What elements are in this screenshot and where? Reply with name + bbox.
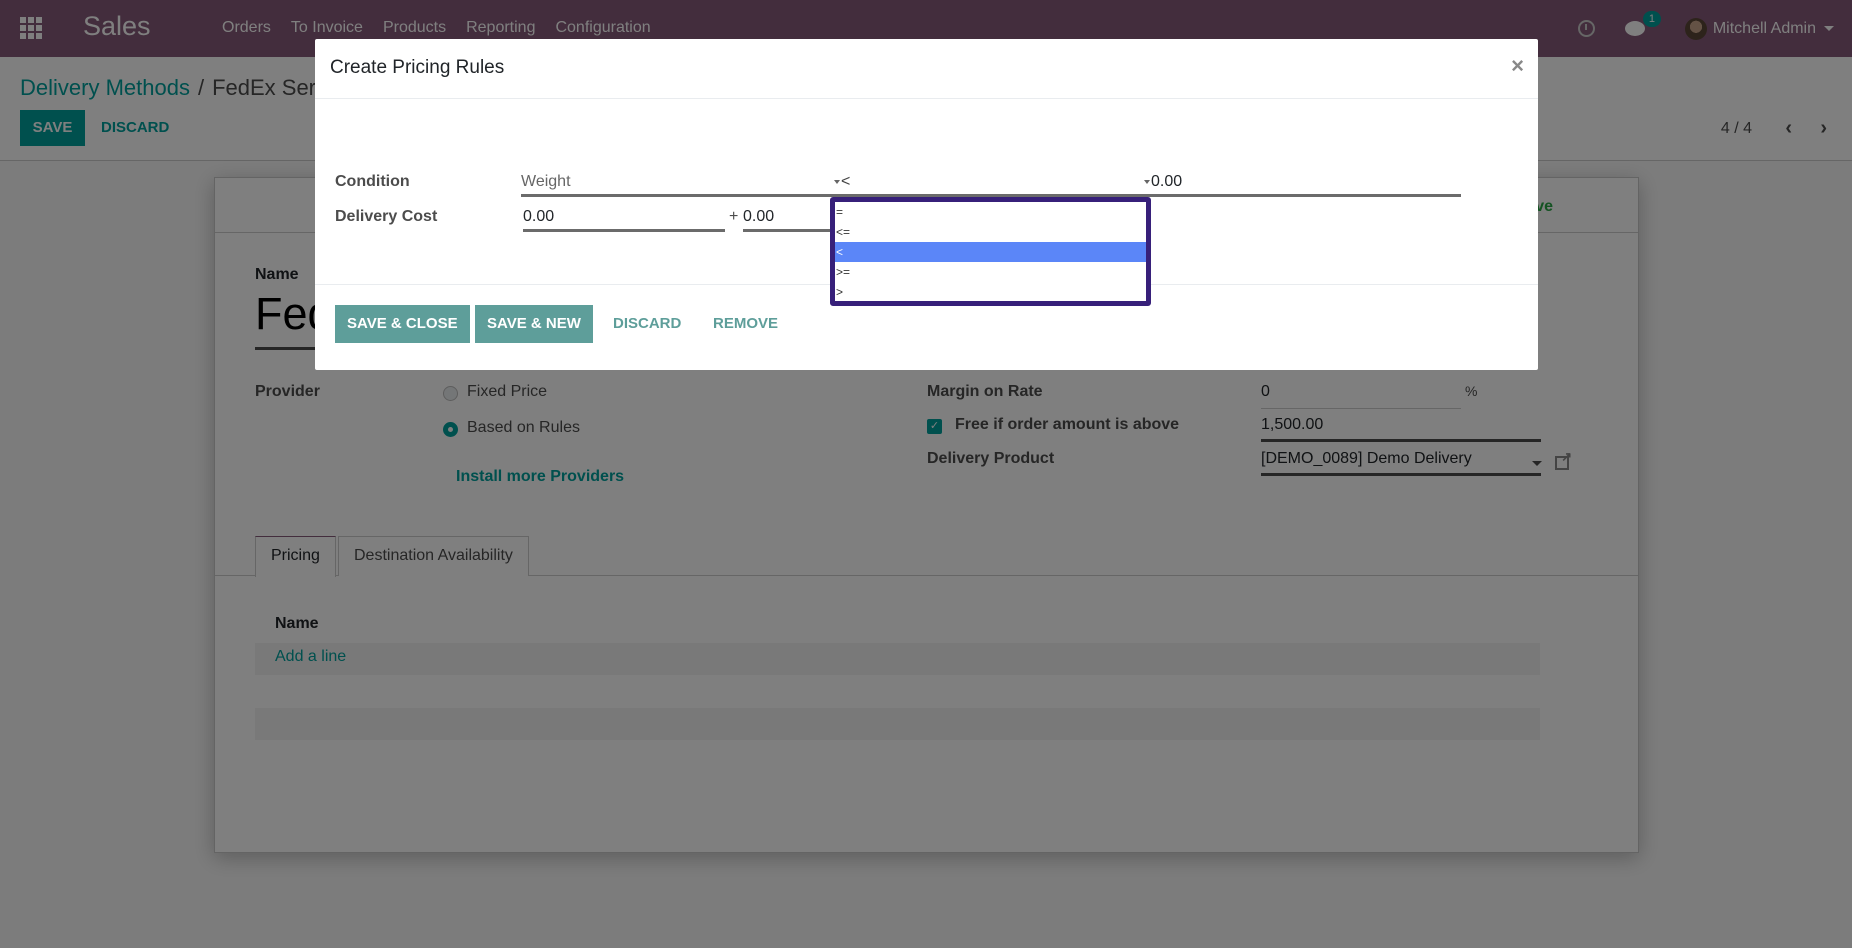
condition-operator-value: < xyxy=(841,173,851,190)
condition-operator-select[interactable]: < xyxy=(841,173,1151,197)
remove-button[interactable]: REMOVE xyxy=(701,305,790,343)
modal-header: Create Pricing Rules × xyxy=(315,39,1538,99)
modal-discard-button[interactable]: DISCARD xyxy=(601,305,693,343)
operator-dropdown-list: = <= < >= > xyxy=(830,197,1151,306)
chevron-down-icon xyxy=(834,179,840,184)
condition-label: Condition xyxy=(335,173,410,190)
plus-sign: + xyxy=(729,208,739,225)
condition-variable-value: Weight xyxy=(521,173,571,190)
close-icon[interactable]: × xyxy=(1511,53,1524,79)
delivery-cost-label: Delivery Cost xyxy=(335,208,438,225)
cost-extra-field[interactable]: 0.00 xyxy=(743,208,843,232)
operator-option-gt[interactable]: > xyxy=(835,282,1146,302)
chevron-down-icon xyxy=(1144,179,1150,184)
operator-option-eq[interactable]: = xyxy=(835,202,1146,222)
modal-title: Create Pricing Rules xyxy=(330,57,505,78)
save-new-button[interactable]: SAVE & NEW xyxy=(475,305,593,343)
operator-option-gte[interactable]: >= xyxy=(835,262,1146,282)
condition-value-field[interactable]: 0.00 xyxy=(1151,173,1461,197)
operator-option-lte[interactable]: <= xyxy=(835,222,1146,242)
cost-base-field[interactable]: 0.00 xyxy=(523,208,725,232)
condition-variable-select[interactable]: Weight xyxy=(521,173,841,197)
operator-option-lt[interactable]: < xyxy=(835,242,1146,262)
save-close-button[interactable]: SAVE & CLOSE xyxy=(335,305,470,343)
